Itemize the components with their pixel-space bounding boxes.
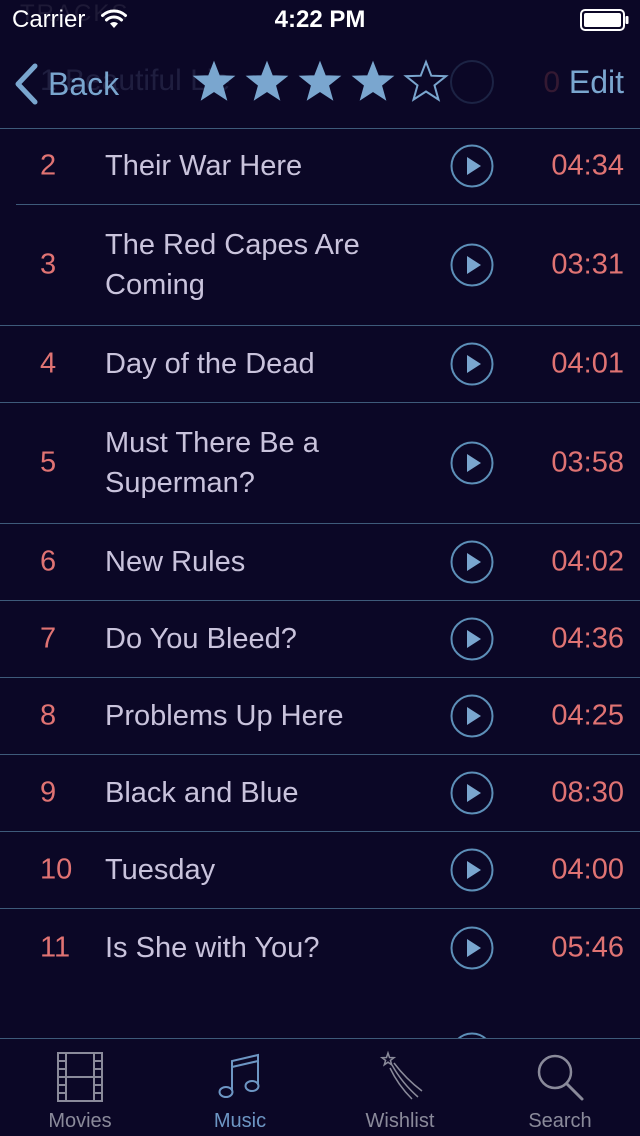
edit-button[interactable]: Edit xyxy=(569,64,624,101)
film-strip-icon xyxy=(57,1052,103,1102)
track-title: Must There Be a Superman? xyxy=(105,427,319,499)
track-duration: 04:01 xyxy=(551,347,624,380)
track-row[interactable]: 8 Problems Up Here 04:25 xyxy=(0,678,640,755)
star-icon-1[interactable] xyxy=(190,58,238,106)
track-row[interactable]: 6 New Rules 04:02 xyxy=(0,524,640,601)
play-icon[interactable] xyxy=(450,617,494,661)
track-title: New Rules xyxy=(105,546,246,578)
tab-label: Wishlist xyxy=(365,1110,435,1132)
track-title: The Red Capes Are Coming xyxy=(105,229,360,301)
track-row[interactable]: 7 Do You Bleed? 04:36 xyxy=(0,601,640,678)
track-row[interactable]: 9 Black and Blue 08:30 xyxy=(0,755,640,832)
star-icon-2[interactable] xyxy=(243,58,291,106)
play-icon[interactable] xyxy=(450,243,494,287)
track-title: Black and Blue xyxy=(105,777,299,809)
track-title: Day of the Dead xyxy=(105,348,315,380)
track-title: Do You Bleed? xyxy=(105,623,297,655)
magnifier-icon xyxy=(537,1054,584,1101)
track-title: Their War Here xyxy=(105,150,303,182)
tab-music[interactable]: Music xyxy=(160,1039,320,1136)
track-number: 9 xyxy=(40,776,57,809)
battery-icon xyxy=(580,9,629,31)
navigation-bar: 1 Beautiful Lie 0 Back Edit xyxy=(0,40,640,129)
tab-label: Movies xyxy=(48,1110,112,1132)
star-rating[interactable] xyxy=(190,58,455,106)
tab-bar: Movies Music Wishlist Search xyxy=(0,1038,640,1136)
clock: 4:22 PM xyxy=(274,6,366,33)
track-duration: 04:02 xyxy=(551,545,624,578)
track-number: 11 xyxy=(40,931,71,963)
track-duration: 04:25 xyxy=(551,699,624,732)
track-row[interactable]: 11 Is She with You? 05:46 xyxy=(0,909,640,986)
tab-search[interactable]: Search xyxy=(480,1039,640,1136)
track-title: Is She with You? xyxy=(105,931,320,964)
track-number: 7 xyxy=(40,622,57,655)
track-number: 4 xyxy=(40,347,57,380)
track-number: 10 xyxy=(40,853,73,886)
music-album-screen: Carrier 4:22 PM TRACKS 1 Beautiful Lie 0… xyxy=(0,0,640,1136)
track-duration: 08:30 xyxy=(551,776,624,809)
music-note-icon xyxy=(218,1053,260,1098)
status-bar: Carrier 4:22 PM xyxy=(0,0,640,40)
track-duration: 03:58 xyxy=(551,446,624,479)
scrolled-play-icon xyxy=(450,60,494,104)
star-icon-3[interactable] xyxy=(296,58,344,106)
track-duration: 03:31 xyxy=(551,248,624,281)
back-button-label: Back xyxy=(48,65,120,102)
star-icon-5[interactable] xyxy=(402,58,450,106)
track-title: Problems Up Here xyxy=(105,700,344,732)
track-number: 3 xyxy=(40,248,57,281)
track-duration: 04:34 xyxy=(551,149,624,182)
scrolled-track-duration: 0 xyxy=(543,66,560,99)
play-icon[interactable] xyxy=(450,771,494,815)
play-icon[interactable] xyxy=(450,144,494,188)
chevron-left-icon xyxy=(15,63,38,105)
track-row[interactable]: 2 Their War Here 04:34 xyxy=(0,128,640,205)
tab-movies[interactable]: Movies xyxy=(0,1039,160,1136)
track-number: 2 xyxy=(40,149,57,182)
star-icon-4[interactable] xyxy=(349,58,397,106)
back-button[interactable]: Back xyxy=(14,62,119,106)
track-list: 2 Their War Here 04:34 3 The Red Capes A… xyxy=(0,128,640,986)
track-number: 5 xyxy=(40,446,57,479)
tab-label: Search xyxy=(528,1110,592,1132)
track-number: 8 xyxy=(40,699,57,732)
track-row[interactable]: 4 Day of the Dead 04:01 xyxy=(0,326,640,403)
play-icon[interactable] xyxy=(450,342,494,386)
track-duration: 04:00 xyxy=(551,853,624,886)
track-title: Tuesday xyxy=(105,854,216,886)
tab-wishlist[interactable]: Wishlist xyxy=(320,1039,480,1136)
play-icon[interactable] xyxy=(450,926,494,970)
track-duration: 04:36 xyxy=(551,622,624,655)
track-row[interactable]: 10 Tuesday 04:00 xyxy=(0,832,640,909)
tab-label: Music xyxy=(213,1110,267,1132)
play-icon[interactable] xyxy=(450,694,494,738)
track-row[interactable]: 3 The Red Capes Are Coming 03:31 xyxy=(0,205,640,326)
play-icon[interactable] xyxy=(450,441,494,485)
track-row[interactable]: 5 Must There Be a Superman? 03:58 xyxy=(0,403,640,524)
track-duration: 05:46 xyxy=(551,931,624,963)
play-icon[interactable] xyxy=(450,848,494,892)
shooting-star-icon xyxy=(379,1050,423,1100)
play-icon[interactable] xyxy=(450,540,494,584)
track-number: 6 xyxy=(40,545,57,578)
